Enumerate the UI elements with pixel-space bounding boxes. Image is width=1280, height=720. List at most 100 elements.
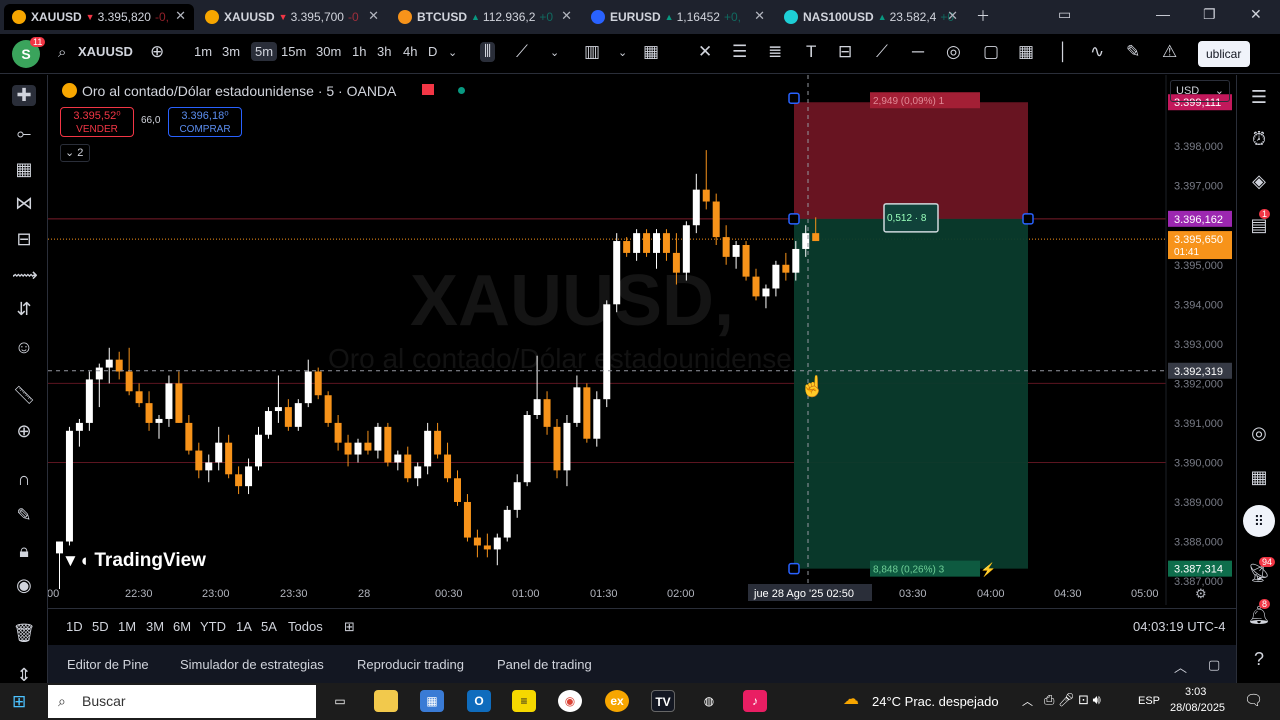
candle-body[interactable] <box>742 245 750 277</box>
candle-body[interactable] <box>255 434 262 467</box>
file-explorer-icon[interactable] <box>374 690 398 712</box>
candle-body[interactable] <box>752 276 760 297</box>
circle-tool-icon[interactable]: ◎ <box>946 42 961 62</box>
magnet-icon[interactable]: ∩ <box>12 469 36 490</box>
candle-body[interactable] <box>155 418 163 423</box>
symbol-search[interactable]: XAUUSD <box>78 44 133 59</box>
brush-tool-icon[interactable]: ⟋ <box>876 42 888 62</box>
apps-button[interactable]: ⠿ <box>1243 505 1275 537</box>
candle-body[interactable] <box>274 407 282 412</box>
target-icon[interactable]: ◎ <box>1247 423 1271 444</box>
candle-body[interactable] <box>483 545 491 550</box>
candle-body[interactable] <box>245 466 253 487</box>
candle-body[interactable] <box>454 478 461 502</box>
range-ytd[interactable]: YTD <box>200 619 226 634</box>
candle-body[interactable] <box>722 237 730 257</box>
candle-body[interactable] <box>772 264 780 289</box>
candle-body[interactable] <box>225 442 233 475</box>
interval-15m[interactable]: 15m <box>281 44 306 59</box>
symbol-tab[interactable]: NAS100USD ▲ 23.582,4 +0 ✕ <box>776 4 966 30</box>
candle-body[interactable] <box>543 399 551 427</box>
tray-icons[interactable]: ⎙ 🎤︎ ⊡ 🔊︎ <box>1044 692 1101 708</box>
lock-icon[interactable]: 🔒︎ <box>12 541 36 562</box>
chart-legend-title[interactable]: Oro al contado/Dólar estadounidense · 5 … <box>82 83 396 99</box>
range-1d[interactable]: 1D <box>66 619 83 634</box>
vertical-line-icon[interactable]: │ <box>1058 42 1069 62</box>
replay-trading-tab[interactable]: Reproducir trading <box>357 657 464 672</box>
candle-body[interactable] <box>185 422 193 451</box>
candle-body[interactable] <box>284 407 292 427</box>
store-icon[interactable]: ▦ <box>420 690 444 712</box>
help-icon[interactable]: ? <box>1247 649 1271 670</box>
candle-body[interactable] <box>115 359 123 372</box>
interval-30m[interactable]: 30m <box>316 44 341 59</box>
symbol-tab[interactable]: EURUSD ▲ 1,16452 +0, ✕ <box>583 4 773 30</box>
position-handle[interactable] <box>1022 213 1034 225</box>
candle-body[interactable] <box>105 359 113 368</box>
candle-body[interactable] <box>85 379 93 423</box>
candle-body[interactable] <box>473 537 481 546</box>
interval-3m[interactable]: 3m <box>222 44 240 59</box>
forecast-icon[interactable]: ⊟ <box>12 229 36 250</box>
obs-icon[interactable]: ◍ <box>697 690 721 712</box>
symbol-tab[interactable]: BTCUSD ▲ 112.936,2 +0 ✕ <box>390 4 580 30</box>
candle-body[interactable] <box>95 367 103 380</box>
range-todos[interactable]: Todos <box>288 619 323 634</box>
trading-panel-tab[interactable]: Panel de trading <box>497 657 592 672</box>
candle-body[interactable] <box>175 383 183 423</box>
price-chart[interactable]: XAUUSD, Oro al contado/Dólar estadouniden… <box>48 75 1236 605</box>
candle-body[interactable] <box>394 454 402 463</box>
range-3m[interactable]: 3M <box>146 619 164 634</box>
candle-body[interactable] <box>523 415 531 483</box>
candle-body[interactable] <box>712 201 720 238</box>
alarm-clock-icon[interactable]: ⏰︎ <box>1247 129 1271 150</box>
layers-icon[interactable]: ◈ <box>1247 171 1271 192</box>
candle-body[interactable] <box>424 430 432 467</box>
position-handle[interactable] <box>788 562 800 575</box>
restore-button[interactable]: ❐ <box>1203 6 1216 23</box>
indicators-icon[interactable]: ▥ <box>584 42 600 62</box>
currency-selector[interactable]: USD ⌄ <box>1170 80 1230 102</box>
take-profit-zone[interactable] <box>794 218 1028 569</box>
position-handle[interactable] <box>788 92 800 104</box>
candle-body[interactable] <box>553 426 561 471</box>
publish-button[interactable]: ublicar <box>1198 41 1250 67</box>
close-tab-icon[interactable]: ✕ <box>754 8 765 24</box>
candle-body[interactable] <box>344 442 352 455</box>
candle-body[interactable] <box>533 399 541 415</box>
chevron-up-icon[interactable]: ︿ <box>1174 657 1187 676</box>
candle-body[interactable] <box>692 189 700 226</box>
interval-5m[interactable]: 5m <box>251 42 278 61</box>
sell-button[interactable]: 3.395,52⁰ VENDER <box>60 107 134 137</box>
weather-text[interactable]: 24°C Prac. despejado <box>872 694 999 709</box>
candle-body[interactable] <box>503 509 511 538</box>
candle-body[interactable] <box>404 454 412 479</box>
pattern-tool-icon[interactable]: ✕ <box>698 42 712 62</box>
maximize-panel-icon[interactable]: ▢ <box>1208 657 1220 673</box>
emoji-icon[interactable]: ☺ <box>12 337 36 358</box>
candle-body[interactable] <box>444 454 452 479</box>
interval-3h[interactable]: 3h <box>377 44 391 59</box>
alert-icon[interactable]: ⚠ <box>1162 42 1177 62</box>
range-5a[interactable]: 5A <box>261 619 277 634</box>
chevron-down-icon[interactable]: ⌄ <box>448 46 457 59</box>
fib-channel-icon[interactable]: ≣ <box>768 42 782 62</box>
taskbar-time[interactable]: 3:03 <box>1185 686 1206 698</box>
visibility-icon[interactable]: ◉ <box>12 575 36 596</box>
ruler-icon[interactable]: 📏︎ <box>12 385 36 406</box>
candle-body[interactable] <box>782 264 790 273</box>
candle-body[interactable] <box>603 304 611 400</box>
long-position-icon[interactable]: ⇵ <box>12 299 36 320</box>
candle-body[interactable] <box>384 426 392 463</box>
pencil-icon[interactable]: ✎ <box>1126 42 1140 62</box>
candle-body[interactable] <box>135 391 143 404</box>
taskbar-date[interactable]: 28/08/2025 <box>1170 702 1225 714</box>
candle-body[interactable] <box>205 462 213 471</box>
language-indicator[interactable]: ESP <box>1138 695 1160 707</box>
candles-chart-type-icon[interactable]: ⫴ <box>480 42 496 62</box>
candle-body[interactable] <box>374 426 382 451</box>
path-tool-icon[interactable]: ∿ <box>1090 42 1104 62</box>
candle-body[interactable] <box>235 474 243 487</box>
candle-body[interactable] <box>294 403 302 427</box>
candle-body[interactable] <box>563 422 571 471</box>
